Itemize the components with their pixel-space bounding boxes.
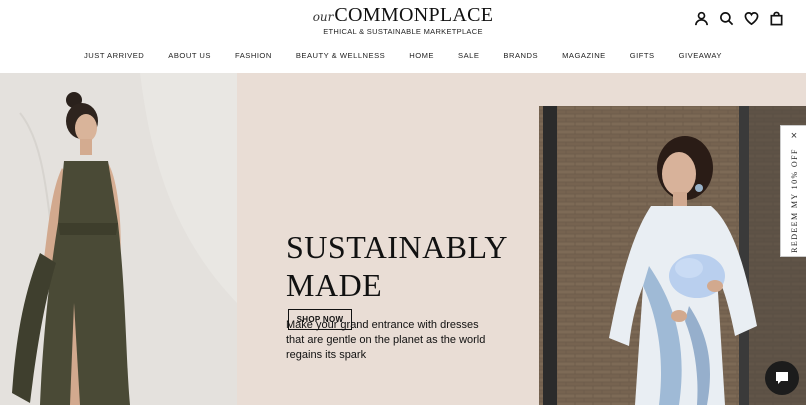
nav-fashion[interactable]: FASHION: [223, 51, 284, 60]
main-nav: JUST ARRIVED ABOUT US FASHION BEAUTY & W…: [0, 51, 806, 60]
nav-magazine[interactable]: MAGAZINE: [550, 51, 618, 60]
nav-brands[interactable]: BRANDS: [491, 51, 550, 60]
heart-icon[interactable]: [743, 10, 759, 26]
header-icons: [693, 10, 784, 26]
nav-home[interactable]: HOME: [397, 51, 446, 60]
model-left-illustration: [0, 73, 237, 405]
shop-now-button[interactable]: SHOP NOW: [288, 309, 352, 330]
account-icon[interactable]: [693, 10, 709, 26]
hero-image-right[interactable]: [539, 106, 806, 405]
model-right-illustration: [539, 106, 806, 405]
nav-just-arrived[interactable]: JUST ARRIVED: [72, 51, 156, 60]
nav-beauty-wellness[interactable]: BEAUTY & WELLNESS: [284, 51, 397, 60]
logo-wordmark: COMMONPLACE: [334, 4, 494, 26]
bag-icon[interactable]: [768, 10, 784, 26]
hero-banner: SUSTAINABLY MADE Make your grand entranc…: [0, 73, 806, 405]
redeem-label[interactable]: REDEEM MY 10% OFF: [787, 147, 801, 253]
search-icon[interactable]: [718, 10, 734, 26]
hero-title: SUSTAINABLY MADE: [286, 228, 526, 304]
hero-image-left[interactable]: [0, 73, 237, 405]
chat-bubble-icon: [776, 372, 788, 384]
close-icon[interactable]: ×: [781, 130, 806, 142]
redeem-discount-tab[interactable]: × REDEEM MY 10% OFF: [780, 125, 806, 257]
nav-giveaway[interactable]: GIVEAWAY: [667, 51, 734, 60]
nav-about-us[interactable]: ABOUT US: [156, 51, 223, 60]
hero-title-line-1: SUSTAINABLY: [286, 229, 508, 265]
hero-title-line-2: MADE: [286, 267, 383, 303]
site-header: our COMMONPLACE ETHICAL & SUSTAINABLE MA…: [0, 0, 806, 73]
logo-tagline: ETHICAL & SUSTAINABLE MARKETPLACE: [323, 27, 483, 36]
nav-sale[interactable]: SALE: [446, 51, 491, 60]
logo[interactable]: our COMMONPLACE ETHICAL & SUSTAINABLE MA…: [0, 4, 806, 36]
redeem-label-text: REDEEM MY 10% OFF: [789, 147, 799, 253]
nav-gifts[interactable]: GIFTS: [618, 51, 667, 60]
logo-script: our: [312, 10, 334, 24]
chat-launcher-button[interactable]: [765, 361, 799, 395]
hero-copy: SUSTAINABLY MADE Make your grand entranc…: [286, 228, 526, 363]
